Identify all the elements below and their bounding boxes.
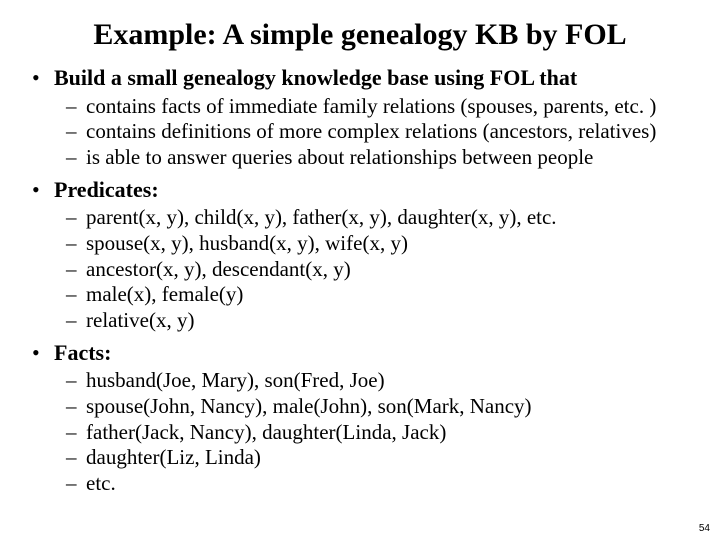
sub-item: contains facts of immediate family relat… — [86, 94, 698, 120]
sub-item: father(Jack, Nancy), daughter(Linda, Jac… — [86, 420, 698, 446]
sub-item: contains definitions of more complex rel… — [86, 119, 698, 145]
page-number: 54 — [699, 523, 710, 534]
sub-item: spouse(John, Nancy), male(John), son(Mar… — [86, 394, 698, 420]
sub-item: relative(x, y) — [86, 308, 698, 334]
bullet-lead: Facts: — [54, 340, 111, 365]
sub-item: etc. — [86, 471, 698, 497]
bullet-lead: Build a small genealogy knowledge base u… — [54, 65, 577, 90]
sub-item: is able to answer queries about relation… — [86, 145, 698, 171]
sub-item: parent(x, y), child(x, y), father(x, y),… — [86, 205, 698, 231]
sub-item: spouse(x, y), husband(x, y), wife(x, y) — [86, 231, 698, 257]
sub-list: husband(Joe, Mary), son(Fred, Joe) spous… — [54, 368, 698, 496]
slide-title: Example: A simple genealogy KB by FOL — [22, 18, 698, 51]
bullet-item: Build a small genealogy knowledge base u… — [54, 65, 698, 171]
sub-item: male(x), female(y) — [86, 282, 698, 308]
sub-item: ancestor(x, y), descendant(x, y) — [86, 257, 698, 283]
sub-item: husband(Joe, Mary), son(Fred, Joe) — [86, 368, 698, 394]
bullet-item: Facts: husband(Joe, Mary), son(Fred, Joe… — [54, 340, 698, 497]
slide: Example: A simple genealogy KB by FOL Bu… — [0, 0, 720, 540]
sub-list: parent(x, y), child(x, y), father(x, y),… — [54, 205, 698, 333]
bullet-lead: Predicates: — [54, 177, 159, 202]
sub-list: contains facts of immediate family relat… — [54, 94, 698, 171]
bullet-item: Predicates: parent(x, y), child(x, y), f… — [54, 177, 698, 334]
bullet-list: Build a small genealogy knowledge base u… — [22, 65, 698, 496]
sub-item: daughter(Liz, Linda) — [86, 445, 698, 471]
